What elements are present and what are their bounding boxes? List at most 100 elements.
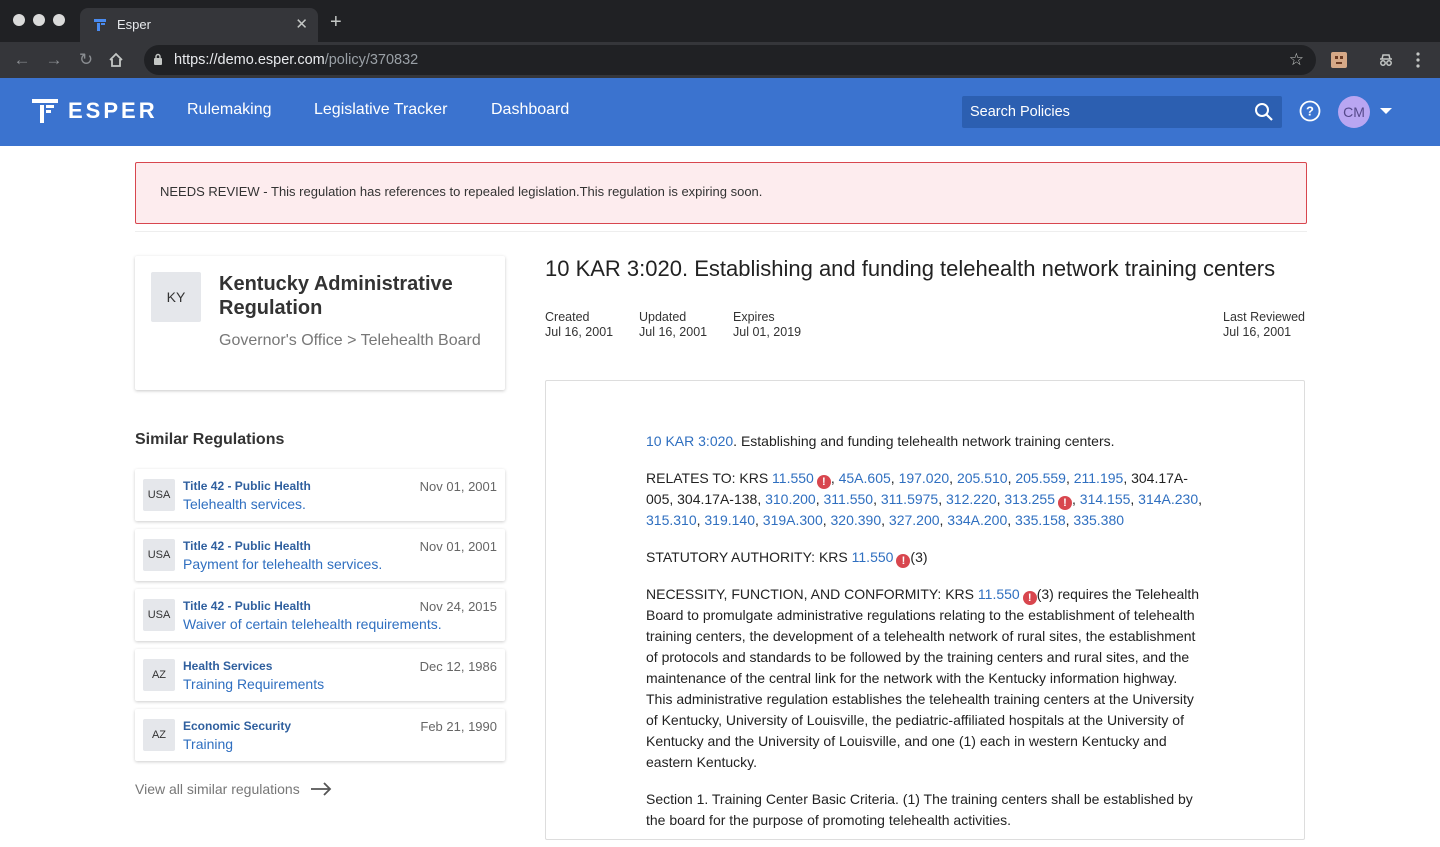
address-bar[interactable]: https://demo.esper.com/policy/370832 ☆ xyxy=(144,45,1316,75)
esper-favicon-icon xyxy=(94,19,106,31)
statute-link[interactable]: 314A.230 xyxy=(1138,491,1198,507)
extension-icon[interactable] xyxy=(1330,51,1348,69)
repealed-alert-icon[interactable]: ! xyxy=(896,554,911,568)
statute-link[interactable]: 11.550 xyxy=(772,470,814,486)
meta-value: Jul 01, 2019 xyxy=(733,325,802,339)
back-icon[interactable]: ← xyxy=(11,49,33,71)
statute-link[interactable]: 335.380 xyxy=(1073,512,1124,528)
nav-dashboard[interactable]: Dashboard xyxy=(491,101,569,119)
home-icon[interactable] xyxy=(107,51,125,69)
window-minimize-dot[interactable] xyxy=(33,14,45,26)
regulation-date: Nov 01, 2001 xyxy=(419,539,497,554)
regulation-date: Feb 21, 1990 xyxy=(420,719,497,734)
regulation-title-link[interactable]: Waiver of certain telehealth requirement… xyxy=(183,616,442,632)
browser-menu-icon[interactable] xyxy=(1409,51,1427,69)
meta-label: Last Reviewed xyxy=(1223,310,1305,324)
needs-review-alert: NEEDS REVIEW - This regulation has refer… xyxy=(135,162,1307,224)
regulation-category[interactable]: Economic Security xyxy=(183,719,291,733)
document-body: 10 KAR 3:020. Establishing and funding t… xyxy=(646,431,1206,847)
statute-link[interactable]: 205.559 xyxy=(1015,470,1066,486)
statute-link[interactable]: 327.200 xyxy=(889,512,940,528)
regulation-category[interactable]: Title 42 - Public Health xyxy=(183,599,311,613)
window-close-dot[interactable] xyxy=(13,14,25,26)
statute-link[interactable]: 11.550 xyxy=(852,549,894,565)
statute-link[interactable]: 312.220 xyxy=(946,491,997,507)
statute-link[interactable]: 205.510 xyxy=(957,470,1008,486)
similar-regulation-card[interactable]: AZ Health Services Training Requirements… xyxy=(135,649,505,701)
bookmark-star-icon[interactable]: ☆ xyxy=(1289,50,1304,70)
statute-link[interactable]: 45A.605 xyxy=(839,470,891,486)
statute-link[interactable]: 314.155 xyxy=(1080,491,1131,507)
browser-tab[interactable]: Esper ✕ xyxy=(80,8,318,42)
similar-regulation-card[interactable]: AZ Economic Security Training Feb 21, 19… xyxy=(135,709,505,761)
repealed-alert-icon[interactable]: ! xyxy=(1058,496,1072,510)
forward-icon[interactable]: → xyxy=(43,49,65,71)
agency-title: Kentucky Administrative Regulation xyxy=(219,273,453,319)
relates-label: RELATES TO: KRS xyxy=(646,470,773,486)
repealed-alert-icon[interactable]: ! xyxy=(1022,591,1037,605)
statute-text: 304.17A-138 xyxy=(677,491,758,507)
meta-created: Created Jul 16, 2001 xyxy=(545,310,613,340)
heading-text: . Establishing and funding telehealth ne… xyxy=(733,433,1115,449)
regulation-title-link[interactable]: Payment for telehealth services. xyxy=(183,556,382,572)
statute-link[interactable]: 334A.200 xyxy=(947,512,1007,528)
incognito-icon[interactable] xyxy=(1377,51,1395,69)
meta-value: Jul 16, 2001 xyxy=(639,325,708,339)
regulation-title-link[interactable]: Training Requirements xyxy=(183,676,324,692)
nav-rulemaking[interactable]: Rulemaking xyxy=(187,101,271,119)
necessity-paragraph: NECESSITY, FUNCTION, AND CONFORMITY: KRS… xyxy=(646,584,1206,773)
statute-link[interactable]: 319.140 xyxy=(704,512,755,528)
esper-logo[interactable]: ESPER xyxy=(32,97,158,125)
statute-link[interactable]: 211.195 xyxy=(1074,470,1124,486)
regulation-category[interactable]: Title 42 - Public Health xyxy=(183,539,311,553)
statute-link[interactable]: 313.255 xyxy=(1004,491,1055,507)
search-box xyxy=(962,96,1282,128)
similar-regulations-heading: Similar Regulations xyxy=(135,431,285,448)
search-input[interactable] xyxy=(962,96,1242,128)
statute-link[interactable]: 320.390 xyxy=(831,512,882,528)
statutory-authority-paragraph: STATUTORY AUTHORITY: KRS 11.550! (3) xyxy=(646,547,1206,568)
regulation-category[interactable]: Title 42 - Public Health xyxy=(183,479,311,493)
state-badge: KY xyxy=(151,272,201,322)
similar-regulation-card[interactable]: USA Title 42 - Public Health Payment for… xyxy=(135,529,505,581)
browser-tabbar: Esper ✕ + xyxy=(0,0,1440,42)
statute-link[interactable]: 315.310 xyxy=(646,512,697,528)
reload-icon[interactable]: ↻ xyxy=(75,49,97,71)
statute-link[interactable]: 311.550 xyxy=(824,491,874,507)
meta-value: Jul 16, 2001 xyxy=(545,325,614,339)
similar-regulation-card[interactable]: USA Title 42 - Public Health Waiver of c… xyxy=(135,589,505,641)
help-icon[interactable]: ? xyxy=(1299,100,1321,122)
statute-link[interactable]: 311.5975 xyxy=(881,491,938,507)
statute-link[interactable]: 197.020 xyxy=(899,470,950,486)
user-avatar[interactable]: CM xyxy=(1338,96,1370,128)
tab-close-icon[interactable]: ✕ xyxy=(295,15,308,33)
jurisdiction-badge: USA xyxy=(143,479,175,511)
similar-regulation-card[interactable]: USA Title 42 - Public Health Telehealth … xyxy=(135,469,505,521)
statute-link[interactable]: 310.200 xyxy=(765,491,816,507)
meta-label: Created xyxy=(545,310,590,324)
logo-text: ESPER xyxy=(68,98,158,123)
agency-breadcrumb[interactable]: Governor's Office > Telehealth Board xyxy=(219,330,489,352)
document-panel: 10 KAR 3:020. Establishing and funding t… xyxy=(545,380,1305,840)
view-all-similar-link[interactable]: View all similar regulations xyxy=(135,781,332,797)
meta-expires: Expires Jul 01, 2019 xyxy=(733,310,801,340)
new-tab-icon[interactable]: + xyxy=(330,11,342,34)
statute-link[interactable]: 319A.300 xyxy=(763,512,823,528)
statute-link[interactable]: 11.550 xyxy=(978,586,1020,602)
tab-title: Esper xyxy=(117,17,151,32)
necessity-text: (3) requires the Telehealth Board to pro… xyxy=(646,586,1200,770)
regulation-category[interactable]: Health Services xyxy=(183,659,272,673)
regulation-link[interactable]: 10 KAR 3:020 xyxy=(646,433,733,449)
nav-legislative-tracker[interactable]: Legislative Tracker xyxy=(314,101,447,119)
regulation-date: Dec 12, 1986 xyxy=(419,659,497,674)
search-icon[interactable] xyxy=(1254,102,1274,122)
jurisdiction-badge: AZ xyxy=(143,659,175,691)
esper-logo-icon xyxy=(32,99,58,123)
chevron-down-icon[interactable] xyxy=(1380,108,1392,114)
repealed-alert-icon[interactable]: ! xyxy=(816,475,831,489)
meta-value: Jul 16, 2001 xyxy=(1223,325,1292,339)
window-zoom-dot[interactable] xyxy=(53,14,65,26)
regulation-title-link[interactable]: Telehealth services. xyxy=(183,496,306,512)
statute-link[interactable]: 335.158 xyxy=(1015,512,1066,528)
regulation-title-link[interactable]: Training xyxy=(183,736,233,752)
